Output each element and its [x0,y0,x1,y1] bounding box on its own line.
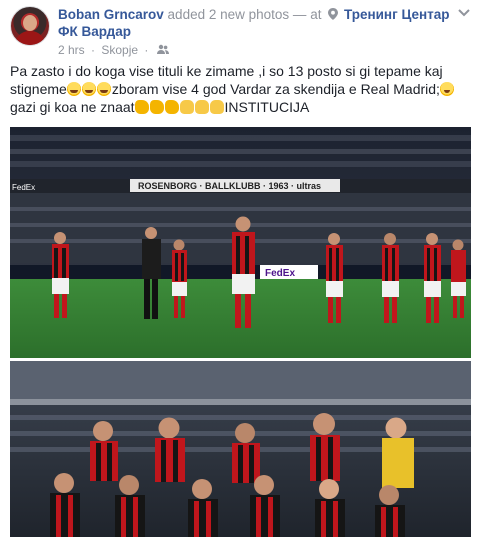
clap-emoji-icon [195,100,210,114]
post-header: Boban Grncarov added 2 new photos — at Т… [58,6,450,23]
clap-emoji-icon [210,100,225,114]
location-pin-icon [328,8,339,20]
clap-emoji-icon [180,100,195,114]
post-meta: 2 hrs · Skopje · [58,43,169,57]
facebook-post: Boban Grncarov added 2 new photos — at Т… [0,0,480,537]
action-text: added 2 new photos [167,7,290,22]
meta-dot: · [91,43,96,57]
at-text: at [310,7,322,22]
joy-emoji-icon [67,82,82,96]
post-photo-1[interactable]: ROSENBORG · BALLKLUBB · 1963 · ultras Fe… [10,127,471,358]
post-time[interactable]: 2 hrs [58,43,85,57]
post-text: Pa zasto i do koga vise tituli ke zimame… [10,62,472,116]
post-text-part3: gazi gi koa ne znaat [10,99,135,115]
muscle-emoji-icon [150,100,165,114]
team-on-pitch-photo: ROSENBORG · BALLKLUBB · 1963 · ultras Fe… [10,127,471,358]
photo1-board-text: FedEx [265,268,295,279]
muscle-emoji-icon [135,100,150,114]
photo1-banner-text: ROSENBORG · BALLKLUBB · 1963 · ultras [138,181,321,191]
meta-dot-2: · [144,43,149,57]
photo1-ad-text: FedEx [12,183,35,192]
chevron-down-icon[interactable] [458,9,470,17]
avatar-shirt [15,31,45,45]
author-avatar[interactable] [10,6,50,46]
post-location[interactable]: Skopje [101,43,138,57]
avatar-face [23,15,37,31]
post-header-line2: ФК Вардар [58,23,131,40]
joy-emoji-icon [97,82,112,96]
muscle-emoji-icon [165,100,180,114]
header-separator: — [292,7,307,22]
friends-icon[interactable] [156,44,169,55]
post-text-paragraph: Pa zasto i do koga vise tituli ke zimame… [10,62,472,116]
place-name-line2[interactable]: ФК Вардар [58,24,131,39]
post-text-part4: INSTITUCIJA [224,99,310,115]
joy-emoji-icon [82,82,97,96]
post-photo-2[interactable] [10,361,471,537]
team-lineup-photo [10,361,471,537]
post-text-part2: zboram vise 4 god Vardar za skendija e R… [111,81,440,97]
grin-emoji-icon [440,82,455,96]
author-name[interactable]: Boban Grncarov [58,7,164,22]
place-name-line1[interactable]: Тренинг Центар [344,7,450,22]
